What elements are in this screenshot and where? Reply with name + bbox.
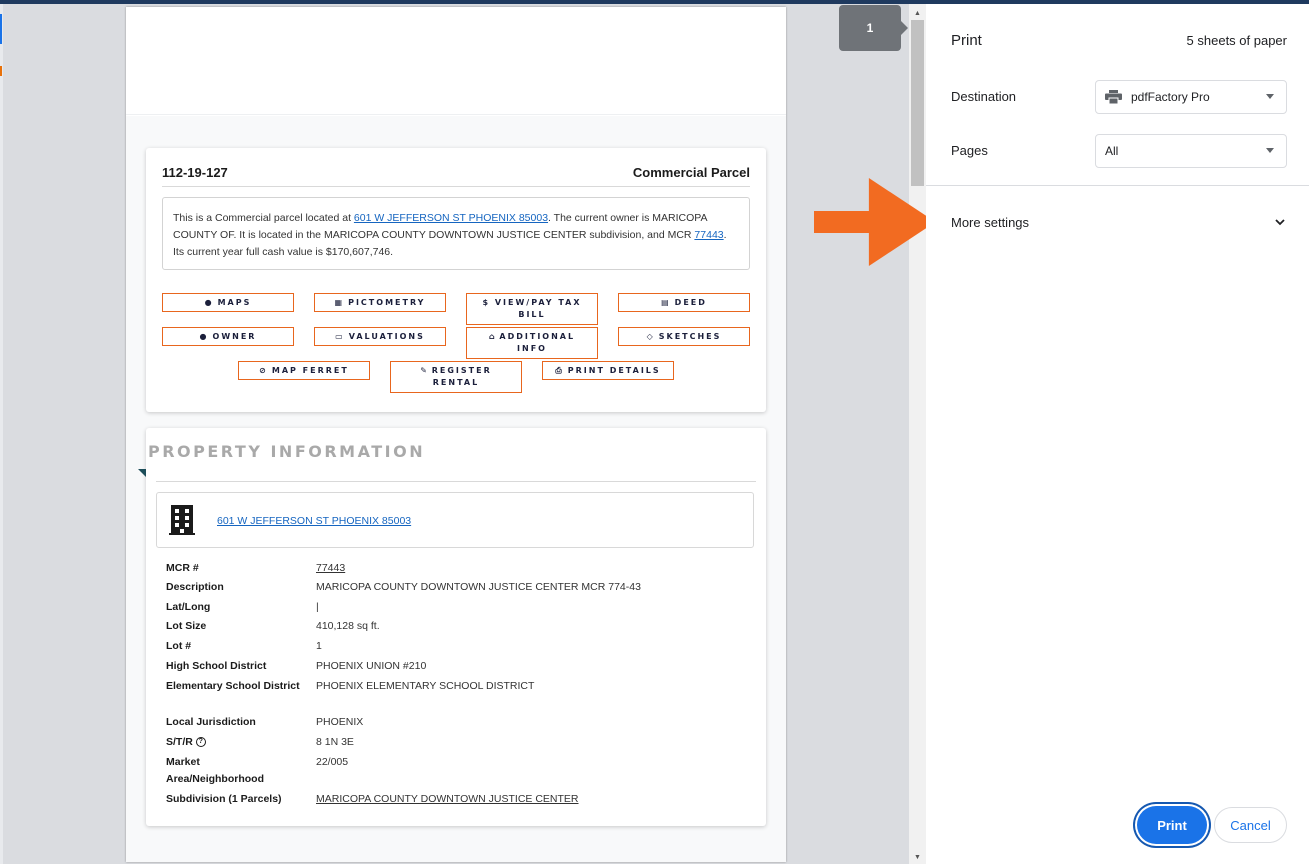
destination-label: Destination [951,89,1017,104]
summary-mcr-link[interactable]: 77443 [694,229,723,241]
home-icon: ⌂ [488,332,495,341]
pictometry-button[interactable]: ▦ Pictometry [314,293,446,312]
print-settings-panel: Print 5 sheets of paper Destination pdfF… [926,4,1309,864]
building-icon [169,505,195,535]
print-dialog-title: Print [951,32,982,49]
property-address-link[interactable]: 601 W JEFFERSON ST PHOENIX 85003 [217,515,411,527]
subdivision-link[interactable]: MARICOPA COUNTY DOWNTOWN JUSTICE CENTER [316,791,579,808]
document-icon: ▤ [661,298,669,307]
register-rental-button[interactable]: ✎ Register Rental [390,361,522,393]
corner-marker [138,469,146,477]
pages-label: Pages [951,143,988,158]
print-details-button[interactable]: ⎙ Print Details [542,361,674,380]
draw-polygon-icon: ◇ [646,332,653,341]
dropdown-caret-icon [1266,94,1274,99]
section-title: PROPERTY INFORMATION [148,442,426,461]
sketches-button[interactable]: ◇ Sketches [618,327,750,346]
scroll-up-arrow-icon[interactable]: ▲ [909,6,926,20]
compass-icon: ⊘ [259,366,266,375]
owner-button[interactable]: ● Owner [162,327,294,346]
deed-button[interactable]: ▤ Deed [618,293,750,312]
parcel-type: Commercial Parcel [632,165,750,180]
mcr-link[interactable]: 77443 [316,560,345,577]
valuations-button[interactable]: ▭ Valuations [314,327,446,346]
pages-select[interactable]: All [1095,134,1287,168]
annotation-arrow-icon [814,178,936,266]
dropdown-caret-icon [1266,148,1274,153]
printer-icon [1105,90,1122,104]
parcel-number: 112-19-127 [162,165,228,180]
building-icon: ▦ [334,298,343,307]
page-number-indicator: 1 [839,5,908,51]
destination-select[interactable]: pdfFactory Pro [1095,80,1287,114]
latlong-link[interactable]: | [316,599,319,616]
map-ferret-button[interactable]: ⊘ Map Ferret [238,361,370,380]
help-icon[interactable]: ? [195,737,206,748]
edit-icon: ✎ [420,366,427,375]
maps-button[interactable]: ● Maps [162,293,294,312]
more-settings-toggle[interactable]: More settings [951,215,1029,230]
cancel-button[interactable]: Cancel [1214,807,1287,843]
user-icon: ● [199,332,207,341]
parcel-summary-card: 112-19-127 Commercial Parcel This is a C… [146,148,766,412]
print-button[interactable]: Print [1137,806,1207,844]
money-bill-icon: ▭ [335,332,343,341]
left-edge-strip [0,4,3,864]
summary-address-link[interactable]: 601 W JEFFERSON ST PHOENIX 85003 [354,212,548,224]
page-header-area [126,7,786,115]
print-preview-page: 112-19-127 Commercial Parcel This is a C… [126,7,786,862]
property-information-card: PROPERTY INFORMATION 601 W JEFFERSON ST … [138,428,766,826]
parcel-summary-text: This is a Commercial parcel located at 6… [162,197,750,270]
property-address-box: 601 W JEFFERSON ST PHOENIX 85003 [156,492,754,548]
scrollbar-thumb[interactable] [911,20,924,186]
sheet-count: 5 sheets of paper [1186,33,1287,48]
preview-scrollbar[interactable]: ▲ ▼ [909,4,926,864]
scroll-down-arrow-icon[interactable]: ▼ [909,850,926,864]
chevron-down-icon[interactable] [1273,216,1287,228]
printer-icon: ⎙ [555,365,562,375]
view-pay-tax-bill-button[interactable]: $ View/Pay Tax Bill [466,293,598,325]
map-pin-icon: ● [204,298,212,307]
additional-info-button[interactable]: ⌂ Additional Info [466,327,598,359]
